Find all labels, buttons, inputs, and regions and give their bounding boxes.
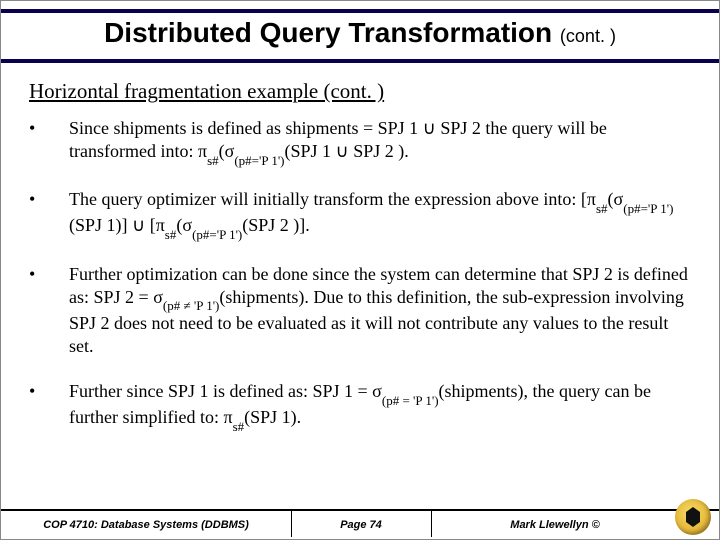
- subscript: (p#='P 1'): [192, 227, 242, 242]
- content-area: • Since shipments is defined as shipment…: [29, 117, 691, 489]
- sigma-symbol: σ: [372, 381, 382, 401]
- text-fragment: (SPJ 2 )].: [242, 215, 310, 235]
- subscript: s#: [207, 153, 219, 168]
- text-fragment: Since shipments is defined as shipments …: [69, 118, 423, 138]
- text-fragment: SPJ 2 ).: [349, 141, 409, 161]
- subscript: (p#='P 1'): [623, 201, 673, 216]
- bullet-marker: •: [29, 188, 69, 240]
- footer: COP 4710: Database Systems (DDBMS) Page …: [1, 511, 719, 539]
- bullet-item: • The query optimizer will initially tra…: [29, 188, 691, 240]
- pi-symbol: π: [198, 141, 207, 161]
- bullet-text: Further since SPJ 1 is defined as: SPJ 1…: [69, 380, 691, 432]
- slide-title: Distributed Query Transformation (cont. …: [1, 17, 719, 49]
- union-symbol: ∪: [132, 215, 145, 235]
- bullet-text: Since shipments is defined as shipments …: [69, 117, 691, 166]
- bullet-text: The query optimizer will initially trans…: [69, 188, 691, 240]
- sigma-symbol: σ: [153, 287, 163, 307]
- subscript: (p# = 'P 1'): [382, 393, 439, 408]
- ucf-logo-icon: [675, 499, 711, 535]
- title-rule-bottom: [1, 59, 719, 63]
- bullet-item: • Further optimization can be done since…: [29, 263, 691, 358]
- bullet-item: • Since shipments is defined as shipment…: [29, 117, 691, 166]
- text-fragment: Further since SPJ 1 is defined as: SPJ 1…: [69, 381, 372, 401]
- bullet-marker: •: [29, 117, 69, 166]
- union-symbol: ∪: [423, 118, 436, 138]
- pi-symbol: π: [156, 215, 165, 235]
- slide: Distributed Query Transformation (cont. …: [0, 0, 720, 540]
- subscript: (p# ≠ 'P 1'): [163, 298, 219, 313]
- text-fragment: (SPJ 1: [285, 141, 336, 161]
- sigma-symbol: σ: [614, 189, 624, 209]
- bullet-marker: •: [29, 263, 69, 358]
- text-fragment: [: [145, 215, 156, 235]
- subscript: s#: [165, 227, 177, 242]
- title-text: Distributed Query Transformation: [104, 17, 552, 48]
- subscript: (p#='P 1'): [234, 153, 284, 168]
- footer-page: Page 74: [291, 519, 431, 531]
- pi-symbol: π: [223, 407, 232, 427]
- title-rule-top: [1, 9, 719, 13]
- subscript: s#: [596, 201, 608, 216]
- text-fragment: (SPJ 1).: [244, 407, 301, 427]
- sigma-symbol: σ: [225, 141, 235, 161]
- sigma-symbol: σ: [182, 215, 192, 235]
- bullet-marker: •: [29, 380, 69, 432]
- subtitle: Horizontal fragmentation example (cont. …: [29, 79, 384, 104]
- bullet-item: • Further since SPJ 1 is defined as: SPJ…: [29, 380, 691, 432]
- subscript: s#: [233, 419, 245, 434]
- footer-course: COP 4710: Database Systems (DDBMS): [1, 519, 291, 531]
- text-fragment: (SPJ 1)]: [69, 215, 132, 235]
- title-cont: (cont. ): [560, 26, 616, 46]
- text-fragment: The query optimizer will initially trans…: [69, 189, 587, 209]
- pi-symbol: π: [587, 189, 596, 209]
- bullet-text: Further optimization can be done since t…: [69, 263, 691, 358]
- union-symbol: ∪: [336, 141, 349, 161]
